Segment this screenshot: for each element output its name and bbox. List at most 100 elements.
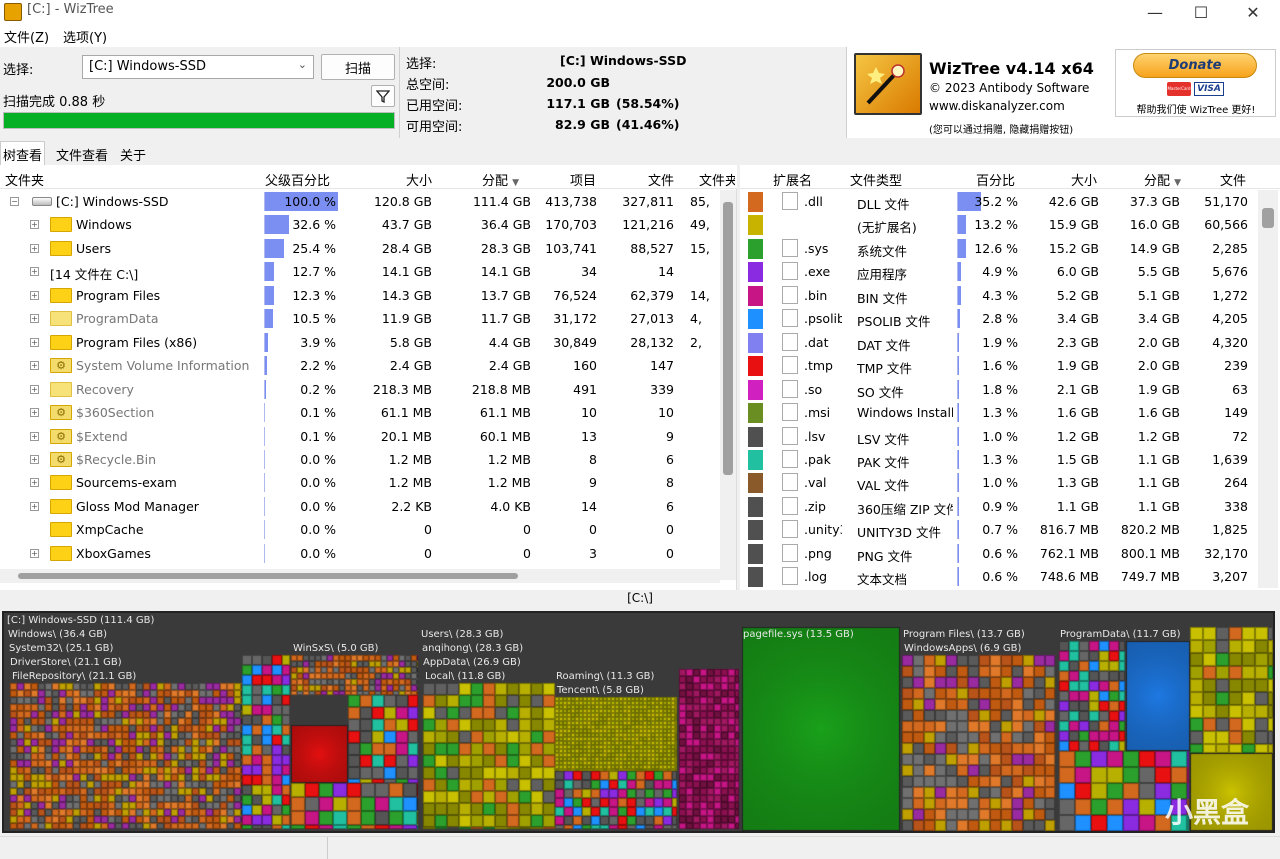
menu-file[interactable]: 文件(Z) [4,27,49,46]
col-folder[interactable]: 文件夹 [5,170,44,189]
col-alloc[interactable]: 分配 ▼ [482,170,519,189]
menu-options[interactable]: 选项(Y) [63,27,107,46]
minimize-icon[interactable]: — [1132,0,1178,25]
table-row[interactable]: +⚙$360Section0.1 %61.1 MB61.1 MB1010 [0,401,720,424]
files-cell: 72 [1184,429,1248,444]
file-type-cell: PNG 文件 [857,546,953,565]
table-row[interactable]: +XboxGames0.0 %0030 [0,542,720,565]
table-row[interactable]: XmpCache0.0 %0000 [0,518,720,541]
list-item[interactable]: .msiWindows Installe1.3 %1.6 GB1.6 GB149 [740,401,1256,424]
expand-icon[interactable]: + [30,314,39,323]
list-item[interactable]: .log文本文档0.6 %748.6 MB749.7 MB3,207 [740,565,1256,588]
table-row[interactable]: +⚙$Recycle.Bin0.0 %1.2 MB1.2 MB86 [0,448,720,471]
table-row[interactable]: +ProgramData10.5 %11.9 GB11.7 GB31,17227… [0,307,720,330]
table-row[interactable]: +Windows32.6 %43.7 GB36.4 GB170,703121,2… [0,213,720,236]
tab-about[interactable]: 关于 [117,141,149,165]
list-item[interactable]: .dllDLL 文件35.2 %42.6 GB37.3 GB51,170 [740,190,1256,213]
list-item[interactable]: .exe应用程序4.9 %6.0 GB5.5 GB5,676 [740,260,1256,283]
expand-icon[interactable]: + [30,385,39,394]
table-row[interactable]: +[14 文件在 C:\]12.7 %14.1 GB14.1 GB3414 [0,260,720,283]
size-cell: 2.4 GB [340,358,432,373]
col-ext-files[interactable]: 文件 [1220,170,1246,189]
col-type[interactable]: 文件类型 [850,170,902,189]
list-item[interactable]: .sys系统文件12.6 %15.2 GB14.9 GB2,285 [740,237,1256,260]
pct-cell: 35.2 % [957,194,1018,209]
scan-button[interactable]: 扫描 [321,54,395,80]
table-row[interactable]: +Program Files12.3 %14.3 GB13.7 GB76,524… [0,284,720,307]
treemap-canvas[interactable] [4,613,1273,831]
extension-cell: .psolib [804,311,842,326]
list-item[interactable]: .datDAT 文件1.9 %2.3 GB2.0 GB4,320 [740,331,1256,354]
treemap[interactable]: [C:] Windows-SSD (111.4 GB) Windows\ (36… [2,611,1275,833]
close-icon[interactable]: ✕ [1230,0,1276,25]
expand-icon[interactable]: + [30,338,39,347]
expand-icon[interactable]: + [30,244,39,253]
donate-button[interactable]: Donate [1133,53,1257,78]
expand-icon[interactable]: + [30,361,39,370]
expand-icon[interactable]: + [30,478,39,487]
col-items[interactable]: 项目 [570,170,596,189]
table-row[interactable]: +⚙System Volume Information2.2 %2.4 GB2.… [0,354,720,377]
table-row[interactable]: +Users25.4 %28.4 GB28.3 GB103,74188,5271… [0,237,720,260]
tab-file-view[interactable]: 文件查看 [53,141,111,165]
list-item[interactable]: .lsvLSV 文件1.0 %1.2 GB1.2 GB72 [740,425,1256,448]
list-item[interactable]: .tmpTMP 文件1.6 %1.9 GB2.0 GB239 [740,354,1256,377]
filter-icon[interactable] [371,85,395,107]
allocated-cell: 1.1 GB [1104,475,1180,490]
maximize-icon[interactable]: ☐ [1178,0,1224,25]
expand-icon[interactable]: + [30,432,39,441]
expand-icon[interactable]: + [30,502,39,511]
list-item[interactable]: .pakPAK 文件1.3 %1.5 GB1.1 GB1,639 [740,448,1256,471]
col-folders[interactable]: 文件夹 [699,170,735,189]
ext-vscroll[interactable] [1258,190,1278,588]
list-item[interactable]: .binBIN 文件4.3 %5.2 GB5.1 GB1,272 [740,284,1256,307]
list-item[interactable]: .valVAL 文件1.0 %1.3 GB1.1 GB264 [740,471,1256,494]
col-ext-size[interactable]: 大小 [1071,170,1097,189]
table-row[interactable]: +Sourcems-exam0.0 %1.2 MB1.2 MB98 [0,471,720,494]
expand-icon[interactable]: + [30,455,39,464]
extension-cell: .sys [804,241,842,256]
collapse-icon[interactable]: − [10,197,19,206]
list-item[interactable]: .zip360压缩 ZIP 文件0.9 %1.1 GB1.1 GB338 [740,495,1256,518]
allocated-cell: 28.3 GB [440,241,531,256]
tree-vscroll[interactable] [720,190,736,580]
system-folder-icon: ⚙ [50,452,72,467]
col-ext-alloc[interactable]: 分配 ▼ [1144,170,1181,189]
tree-vscroll-thumb[interactable] [723,202,733,475]
list-item[interactable]: (无扩展名)13.2 %15.9 GB16.0 GB60,566 [740,213,1256,236]
file-type-cell: VAL 文件 [857,475,953,494]
col-ext[interactable]: 扩展名 [773,170,812,189]
expand-icon[interactable]: + [30,267,39,276]
file-type-cell: 系统文件 [857,241,953,260]
website-link[interactable]: www.diskanalyzer.com [929,99,1065,113]
tm-label-roaming: Roaming\ (11.3 GB) [556,671,654,682]
allocated-cell: 2.0 GB [1104,335,1180,350]
files-cell: 3,207 [1184,569,1248,584]
col-parent-pct[interactable]: 父级百分比 [265,170,330,189]
expand-icon[interactable]: + [30,220,39,229]
drive-select[interactable]: [C:] Windows-SSD ⌄ [82,55,314,79]
col-size[interactable]: 大小 [406,170,432,189]
expand-icon[interactable]: + [30,408,39,417]
files-cell: 0 [603,522,674,537]
tree-hscroll[interactable] [0,569,720,583]
folder-icon [50,335,72,350]
tab-tree-view[interactable]: 树查看 [0,141,45,165]
table-row[interactable]: +⚙$Extend0.1 %20.1 MB60.1 MB139 [0,425,720,448]
table-row[interactable]: +Recovery0.2 %218.3 MB218.8 MB491339 [0,378,720,401]
table-row[interactable]: +Program Files (x86)3.9 %5.8 GB4.4 GB30,… [0,331,720,354]
expand-icon[interactable]: + [30,291,39,300]
list-item[interactable]: .unity3dUNITY3D 文件0.7 %816.7 MB820.2 MB1… [740,518,1256,541]
file-type-cell: PAK 文件 [857,452,953,471]
table-row[interactable]: +Gloss Mod Manager0.0 %2.2 KB4.0 KB146 [0,495,720,518]
items-cell: 170,703 [535,217,597,232]
list-item[interactable]: .soSO 文件1.8 %2.1 GB1.9 GB63 [740,378,1256,401]
expand-icon[interactable]: + [30,549,39,558]
ext-vscroll-thumb[interactable] [1262,208,1274,228]
list-item[interactable]: .psolibPSOLIB 文件2.8 %3.4 GB3.4 GB4,205 [740,307,1256,330]
tree-hscroll-thumb[interactable] [18,573,518,579]
list-item[interactable]: .pngPNG 文件0.6 %762.1 MB800.1 MB32,170 [740,542,1256,565]
col-files[interactable]: 文件 [648,170,674,189]
col-pct[interactable]: 百分比 [976,170,1015,189]
table-row[interactable]: −[C:] Windows-SSD100.0 %120.8 GB111.4 GB… [0,190,720,213]
